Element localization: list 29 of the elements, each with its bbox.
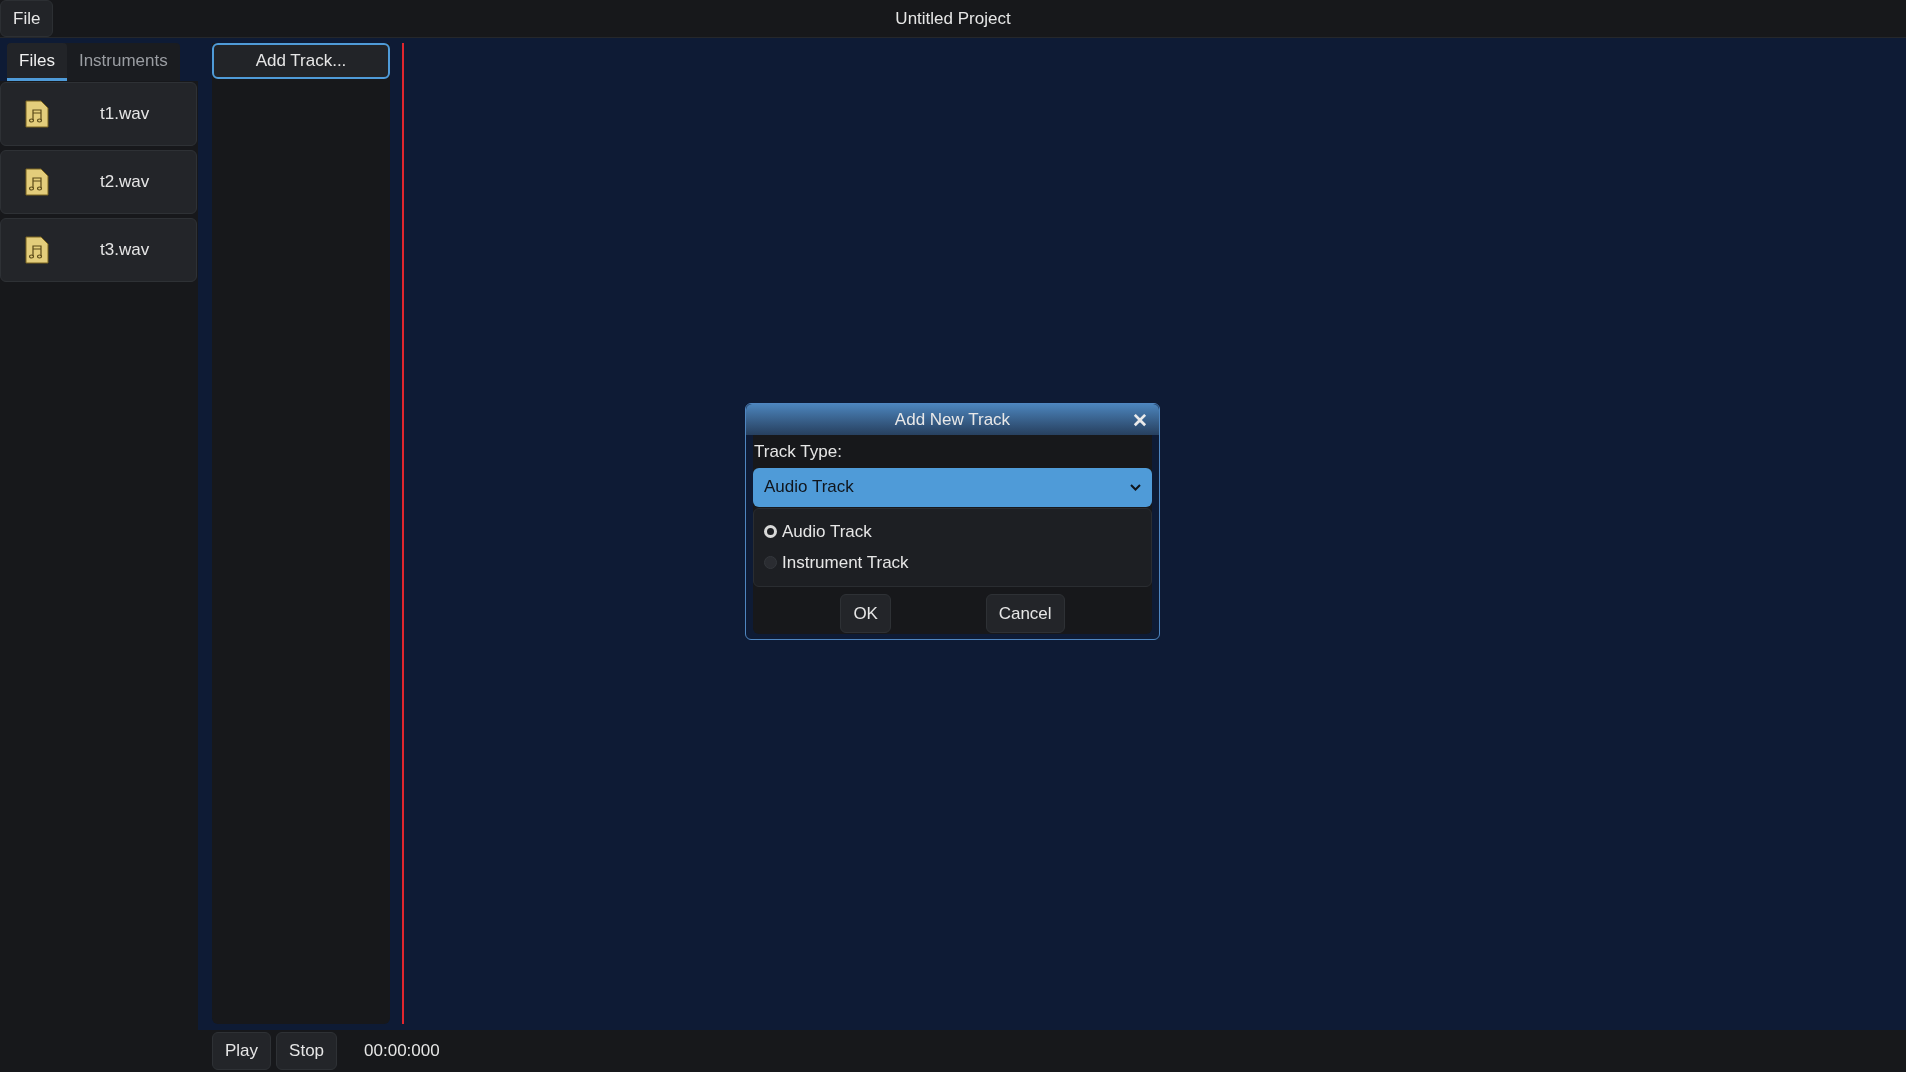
chevron-down-icon [1130,483,1141,491]
add-track-button[interactable]: Add Track... [212,43,390,79]
dropdown-option[interactable]: Audio Track [754,518,1151,544]
file-item[interactable]: t3.wav [0,218,197,282]
dropdown-option[interactable]: Instrument Track [754,550,1151,576]
track-type-dropdown[interactable]: Audio Track [753,467,1152,507]
tab[interactable]: Instruments [66,43,180,81]
transport-button[interactable]: Play [212,1032,272,1070]
file-name: t2.wav [100,171,150,194]
music-file-icon [25,236,49,264]
music-file-icon [25,168,49,196]
dialog-title: Add New Track [894,408,1011,431]
tab[interactable]: Files [7,43,67,81]
option-label: Audio Track [782,520,872,543]
file-item[interactable]: t1.wav [0,82,197,146]
track-type-label: Track Type: [753,441,843,463]
file-item[interactable]: t2.wav [0,150,197,214]
dialog-button[interactable]: Cancel [985,594,1065,633]
option-label: Instrument Track [782,552,909,574]
dialog-button[interactable]: OK [840,594,891,633]
dropdown-value: Audio Track [764,476,854,499]
file-name: t3.wav [100,239,150,262]
music-file-icon [25,100,49,128]
close-button[interactable]: ✕ [1129,408,1151,432]
time-display: 00:00:000 [364,1040,440,1063]
file-name: t1.wav [100,103,150,126]
transport-button[interactable]: Stop [276,1032,338,1070]
menu-button[interactable]: File [0,0,54,37]
window-title: Untitled Project [895,7,1011,30]
